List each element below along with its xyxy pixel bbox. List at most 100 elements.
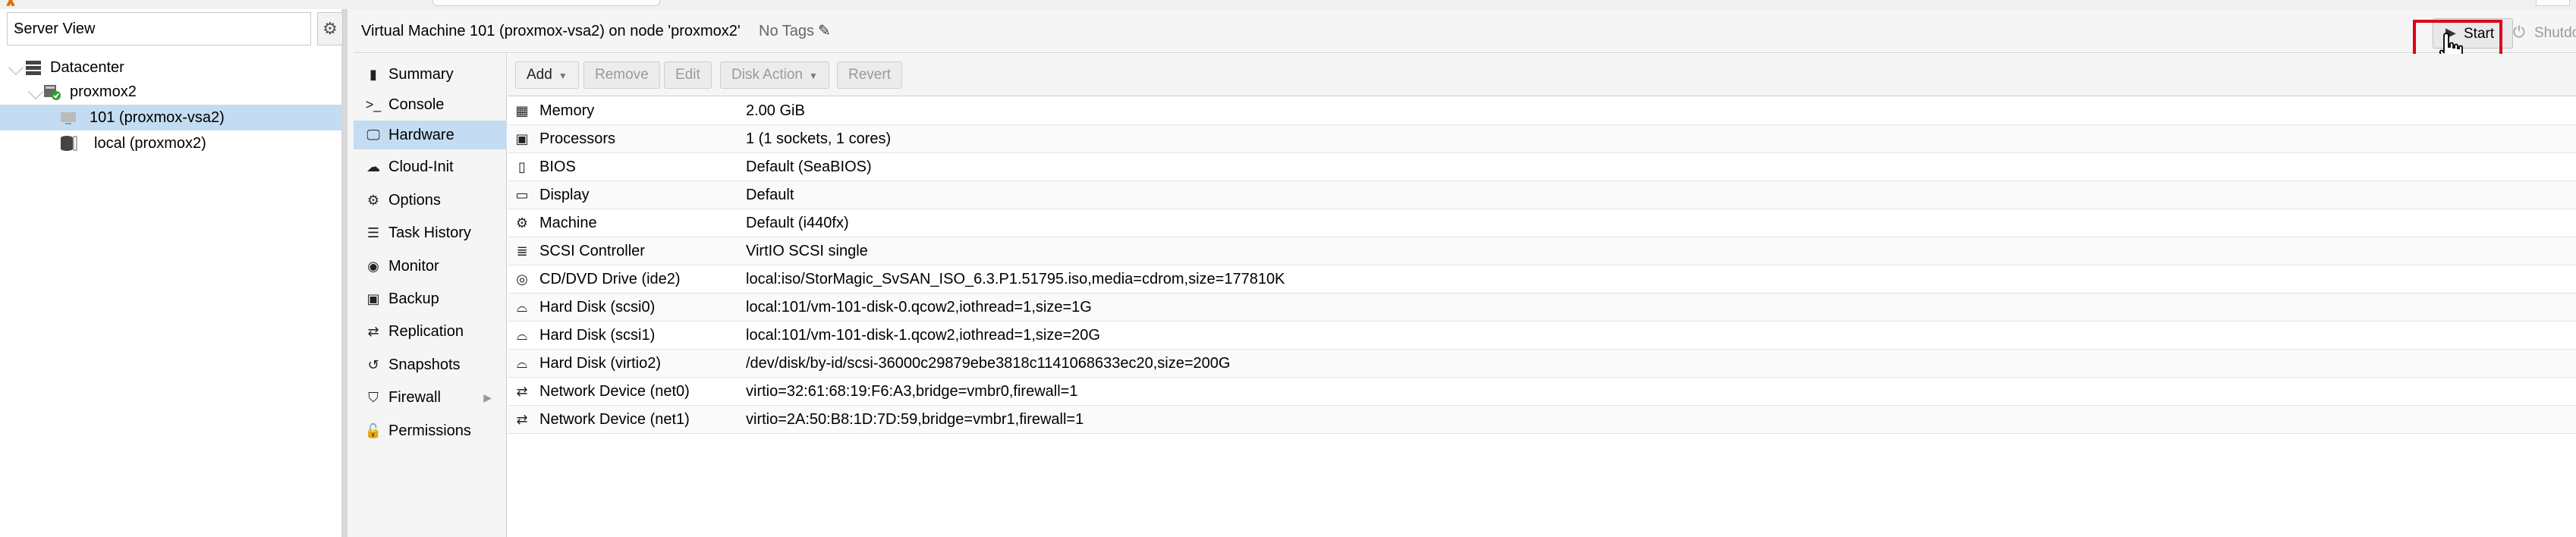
nav-item-label: Firewall <box>388 389 441 406</box>
history-icon: ↺ <box>367 357 379 372</box>
unlock-icon: 🔓 <box>364 423 382 438</box>
add-button[interactable]: Add ▼ <box>515 61 579 89</box>
memory-icon: ▦ <box>515 103 529 118</box>
table-row[interactable]: ⇄ Network Device (net1) virtio=2A:50:B8:1D… <box>508 406 2576 434</box>
datacenter-icon <box>26 61 41 75</box>
resource-tree-panel: Server View ⌄ ⚙ Datacenter proxmox2 101 … <box>0 9 348 537</box>
edit-tags-pencil-icon[interactable]: ✎ <box>818 21 831 40</box>
tags-label: No Tags <box>759 23 815 39</box>
tree-item-label: proxmox2 <box>70 83 137 100</box>
table-row[interactable]: ⌓ Hard Disk (virtio2) /dev/disk/by-id/scsi… <box>508 350 2576 378</box>
vm-subnav: ▮ Summary >_ Console 🖵 Hardware ☁ Cloud-Init… <box>354 54 507 537</box>
hw-name: Network Device (net0) <box>539 383 690 400</box>
hw-value: local:101/vm-101-disk-1.qcow2,iothread=1… <box>746 327 1100 344</box>
hdd-icon: ⌓ <box>516 300 528 315</box>
nav-item-label: Monitor <box>388 258 439 275</box>
proxmox-logo-icon <box>6 0 15 6</box>
add-button-label: Add <box>527 67 552 83</box>
hw-value: virtio=32:61:68:19:F6:A3,bridge=vmbr0,fi… <box>746 383 1078 400</box>
remove-button[interactable]: Remove <box>583 61 660 89</box>
nav-item-label: Cloud-Init <box>388 159 454 175</box>
nav-item-cloud-init[interactable]: ☁ Cloud-Init <box>354 152 507 181</box>
nav-item-summary[interactable]: ▮ Summary <box>354 60 507 89</box>
nav-item-backup[interactable]: ▣ Backup <box>354 284 507 313</box>
tree-expand-icon[interactable] <box>8 60 24 75</box>
nav-item-label: Replication <box>388 323 464 340</box>
hw-name: Machine <box>539 215 597 231</box>
hw-name: BIOS <box>539 159 576 175</box>
shutdown-button[interactable]: ⏻ Shutdo <box>2505 18 2576 49</box>
nav-item-firewall[interactable]: ⛉ Firewall ▶ <box>354 383 507 412</box>
tree-item-storage[interactable]: local (proxmox2) <box>0 130 341 156</box>
tree-settings-button[interactable]: ⚙ <box>317 12 343 46</box>
nav-item-label: Hardware <box>388 127 454 143</box>
top-tab[interactable] <box>432 0 660 6</box>
exchange-icon: ⇄ <box>516 412 528 427</box>
nav-item-snapshots[interactable]: ↺ Snapshots <box>354 350 507 379</box>
nav-item-hardware[interactable]: 🖵 Hardware <box>354 121 507 149</box>
table-row[interactable]: ⇄ Network Device (net0) virtio=32:61:68:19… <box>508 378 2576 406</box>
terminal-icon: >_ <box>365 97 382 112</box>
storage-icon <box>61 136 77 151</box>
nav-item-replication[interactable]: ⇄ Replication <box>354 317 507 346</box>
gear-icon: ⚙ <box>366 193 380 208</box>
nav-item-label: Backup <box>388 290 439 307</box>
hw-value: local:101/vm-101-disk-0.qcow2,iothread=1… <box>746 299 1092 316</box>
top-right-control[interactable] <box>2536 0 2570 6</box>
tree-expand-icon[interactable] <box>28 84 43 99</box>
hdd-icon: ⌓ <box>516 328 528 343</box>
nav-item-monitor[interactable]: ◉ Monitor <box>354 252 507 281</box>
disk-action-button[interactable]: Disk Action ▼ <box>720 61 829 89</box>
list-icon: ☰ <box>366 225 380 240</box>
hw-value: Default (SeaBIOS) <box>746 159 872 175</box>
tree-item-datacenter[interactable]: Datacenter <box>0 55 341 80</box>
table-row[interactable]: ▦ Memory 2.00 GiB <box>508 97 2576 125</box>
table-row[interactable]: ▣ Processors 1 (1 sockets, 1 cores) <box>508 125 2576 153</box>
power-icon: ⏻ <box>2513 24 2525 41</box>
top-strip <box>0 0 2576 9</box>
nav-item-console[interactable]: >_ Console <box>354 90 507 119</box>
table-row[interactable]: ◎ CD/DVD Drive (ide2) local:iso/StorMagic_… <box>508 265 2576 294</box>
chevron-down-icon: ⌄ <box>14 19 26 34</box>
nav-item-label: Permissions <box>388 422 471 439</box>
hdd-icon: ⌓ <box>516 356 528 371</box>
hw-value: 1 (1 sockets, 1 cores) <box>746 130 892 147</box>
table-row[interactable]: ⌓ Hard Disk (scsi0) local:101/vm-101-disk-… <box>508 294 2576 322</box>
nav-item-permissions[interactable]: 🔓 Permissions <box>354 416 507 445</box>
tree-item-vm[interactable]: 101 (proxmox-vsa2) <box>0 105 341 130</box>
tree-item-node[interactable]: proxmox2 <box>0 79 341 105</box>
remove-button-label: Remove <box>595 67 649 83</box>
edit-button[interactable]: Edit <box>664 61 712 89</box>
retweet-icon: ⇄ <box>367 324 379 339</box>
table-row[interactable]: ⌓ Hard Disk (scsi1) local:101/vm-101-disk-… <box>508 322 2576 350</box>
chevron-right-icon: ▶ <box>483 391 492 404</box>
hw-name: Display <box>539 187 590 203</box>
nav-item-options[interactable]: ⚙ Options <box>354 186 507 215</box>
nav-item-task-history[interactable]: ☰ Task History <box>354 218 507 247</box>
desktop-icon: ▭ <box>515 187 529 203</box>
table-row[interactable]: ⚙ Machine Default (i440fx) <box>508 209 2576 237</box>
eye-icon: ◉ <box>367 259 379 274</box>
hardware-toolbar: Add ▼ Remove Edit Disk Action ▼ Revert <box>508 54 2576 96</box>
microchip-icon: ▯ <box>518 159 526 174</box>
table-row[interactable]: ▯ BIOS Default (SeaBIOS) <box>508 153 2576 181</box>
table-row[interactable]: ≣ SCSI Controller VirtIO SCSI single <box>508 237 2576 265</box>
hw-name: CD/DVD Drive (ide2) <box>539 271 681 287</box>
hw-name: Network Device (net1) <box>539 411 690 428</box>
table-row[interactable]: ▭ Display Default <box>508 181 2576 209</box>
hw-value: VirtIO SCSI single <box>746 243 868 259</box>
exchange-icon: ⇄ <box>516 384 528 399</box>
chevron-down-icon: ▼ <box>558 71 568 81</box>
view-select[interactable]: Server View ⌄ <box>7 12 311 46</box>
hw-name: Hard Disk (scsi0) <box>539 299 656 316</box>
nav-item-label: Summary <box>388 66 454 83</box>
monitor-icon: 🖵 <box>366 127 380 143</box>
hw-value: Default <box>746 187 794 203</box>
revert-button-label: Revert <box>848 67 891 83</box>
hw-name: Hard Disk (virtio2) <box>539 355 662 372</box>
hw-name: Memory <box>539 102 595 119</box>
disk-action-button-label: Disk Action <box>731 67 803 83</box>
book-icon: ▮ <box>370 67 377 82</box>
revert-button[interactable]: Revert <box>837 61 902 89</box>
hw-value: local:iso/StorMagic_SvSAN_ISO_6.3.P1.517… <box>746 271 1285 287</box>
